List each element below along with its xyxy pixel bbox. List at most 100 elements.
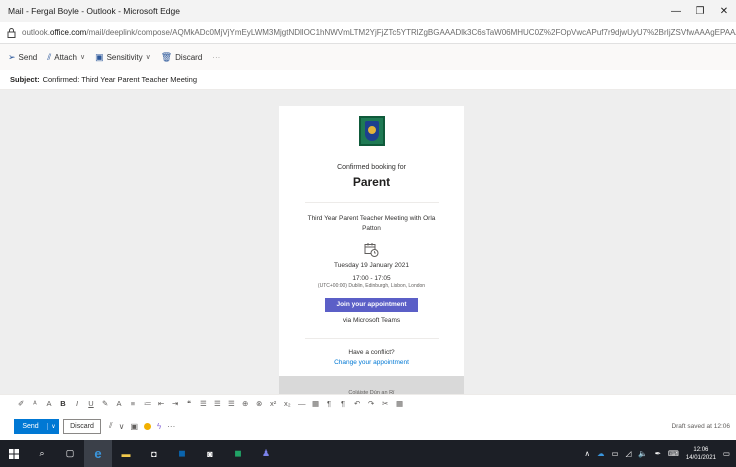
restore-button[interactable]: ❐ — [688, 0, 712, 22]
card-footer: Coláiste Dún an Rí — [279, 376, 464, 394]
close-button[interactable]: ✕ — [712, 0, 736, 22]
format-tool-icon[interactable]: x₂ — [284, 399, 291, 408]
calendar-clock-icon — [364, 242, 380, 258]
appointment-time: 17:00 - 17:05 — [352, 274, 391, 282]
format-tool-icon[interactable]: — — [298, 399, 306, 408]
clock[interactable]: 12:06 14/01/2021 — [686, 446, 716, 462]
format-tool-icon[interactable]: x² — [270, 399, 276, 408]
format-tool-icon[interactable]: ≔ — [144, 399, 152, 408]
edge-icon[interactable]: e — [84, 440, 112, 467]
format-tool-icon[interactable]: ⊗ — [256, 399, 262, 408]
format-tool-icon[interactable]: ❝ — [186, 399, 192, 408]
send-bar-icons: ⫽ ∨ ▣ ϟ ··· — [109, 421, 175, 431]
keyboard-icon[interactable]: ⌨ — [668, 449, 679, 458]
formatting-toolbar: ✐ ᴬ A B I U ✎ A ≡ ≔ ⇤ ⇥ ❝ ☰ ☰ ☰ ⊕ ⊗ x² x₂ — ▦ ¶ ¶ ↶ ↷ ✂ ▦ — [0, 394, 736, 412]
task-view-icon[interactable]: ▢ — [56, 440, 84, 467]
sensitivity-command[interactable]: ▣ Sensitivity ∨ — [95, 52, 151, 63]
subject-label: Subject: — [10, 75, 40, 84]
window-title: Mail - Fergal Boyle - Outlook - Microsof… — [8, 6, 180, 16]
format-tool-icon[interactable]: ↶ — [354, 399, 360, 408]
format-tool-icon[interactable]: U — [88, 399, 94, 408]
battery-icon[interactable]: ▭ — [612, 449, 619, 458]
system-tray: ∧ ☁ ▭ ◿ 🔈 ✒ ⌨ 12:06 14/01/2021 ▭ — [585, 446, 736, 462]
window-titlebar: Mail - Fergal Boyle - Outlook - Microsof… — [0, 0, 736, 22]
chevron-up-icon[interactable]: ∧ — [585, 449, 591, 458]
format-tool-icon[interactable]: ⇥ — [172, 399, 178, 408]
format-tool-icon[interactable]: ☰ — [228, 399, 235, 408]
store-icon[interactable]: ◘ — [140, 440, 168, 467]
format-tool-icon[interactable]: ᴬ — [32, 399, 38, 408]
minimize-button[interactable]: — — [664, 0, 688, 22]
format-tool-icon[interactable]: ✎ — [102, 399, 108, 408]
discard-command[interactable]: 🗑 Discard — [161, 52, 203, 63]
chevron-down-icon: ∨ — [145, 54, 151, 61]
send-command[interactable]: ➢ Send — [8, 52, 37, 63]
send-icon: ➢ — [8, 51, 16, 62]
excel-icon[interactable]: ◼ — [224, 440, 252, 467]
via-teams-text: via Microsoft Teams — [342, 317, 401, 324]
attach-icon[interactable]: ⫽ — [109, 421, 113, 431]
sensitivity-icon: ▣ — [95, 51, 104, 62]
chevron-down-icon[interactable]: ∨ — [119, 422, 125, 431]
scrollbar[interactable] — [730, 90, 736, 394]
format-tool-icon[interactable]: ↷ — [368, 399, 374, 408]
url-text[interactable]: outlook.office.com/mail/deeplink/compose… — [22, 28, 736, 37]
format-tool-icon[interactable]: ¶ — [326, 399, 332, 408]
onedrive-icon[interactable]: ☁ — [597, 449, 605, 458]
divider — [304, 338, 439, 339]
command-bar: ➢ Send ⫽ Attach ∨ ▣ Sensitivity ∨ 🗑 Discard ··… — [0, 44, 736, 70]
conflict-text: Have a conflict? — [348, 349, 395, 356]
send-button[interactable]: Send ∨ — [14, 418, 59, 434]
more-options-button[interactable]: ··· — [167, 422, 175, 431]
booking-card: Confirmed booking for Parent Third Year … — [279, 106, 464, 394]
file-explorer-icon[interactable]: ▬ — [112, 440, 140, 467]
lock-icon — [0, 27, 22, 38]
search-icon[interactable]: ⌕ — [28, 440, 56, 467]
message-body[interactable]: Confirmed booking for Parent Third Year … — [0, 90, 736, 394]
more-options-button[interactable]: ··· — [212, 53, 220, 62]
format-tool-icon[interactable]: B — [60, 399, 66, 408]
school-crest-logo — [358, 116, 385, 146]
network-icon[interactable]: ◿ — [626, 449, 632, 458]
format-tool-icon[interactable]: A — [46, 399, 52, 408]
attach-command[interactable]: ⫽ Attach ∨ — [47, 52, 85, 63]
appointment-date: Tuesday 19 January 2021 — [334, 262, 409, 269]
format-tool-icon[interactable]: ☰ — [214, 399, 221, 408]
format-tool-icon[interactable]: ▦ — [396, 399, 403, 408]
chevron-down-icon: ∨ — [79, 54, 86, 61]
image-icon[interactable]: ▣ — [130, 422, 138, 431]
booking-role: Parent — [352, 175, 391, 189]
outlook-icon[interactable]: ◼ — [168, 440, 196, 467]
format-tool-icon[interactable]: ▦ — [312, 399, 319, 408]
chevron-down-icon[interactable]: ∨ — [47, 422, 59, 430]
format-tool-icon[interactable]: ✐ — [18, 399, 24, 408]
format-tool-icon[interactable]: ⊕ — [242, 399, 248, 408]
divider — [304, 202, 439, 203]
format-tool-icon[interactable]: ≡ — [130, 399, 136, 408]
send-bar: Send ∨ Discard ⫽ ∨ ▣ ϟ ··· Draft saved a… — [0, 412, 736, 440]
format-tool-icon[interactable]: I — [74, 399, 80, 408]
appointment-timezone: (UTC+00:00) Dublin, Edinburgh, Lisbon, L… — [317, 283, 426, 289]
join-appointment-button[interactable]: Join your appointment — [325, 298, 418, 312]
teams-icon[interactable]: ♟ — [252, 440, 280, 467]
camera-icon[interactable]: ◙ — [196, 440, 224, 467]
emoji-icon[interactable] — [144, 422, 151, 430]
notification-icon[interactable]: ▭ — [723, 449, 730, 458]
windows-start-icon[interactable] — [0, 440, 28, 467]
meeting-title: Third Year Parent Teacher Meeting with O… — [307, 215, 436, 232]
loop-icon[interactable]: ϟ — [157, 422, 161, 431]
subject-line[interactable]: Subject: Confirmed: Third Year Parent Te… — [0, 70, 736, 90]
paperclip-icon: ⫽ — [47, 51, 52, 62]
format-tool-icon[interactable]: ✂ — [382, 399, 388, 408]
confirmed-text: Confirmed booking for — [337, 164, 406, 171]
volume-icon[interactable]: 🔈 — [638, 449, 647, 458]
format-tool-icon[interactable]: ☰ — [200, 399, 207, 408]
format-tool-icon[interactable]: ¶ — [340, 399, 346, 408]
subject-value[interactable]: Confirmed: Third Year Parent Teacher Mee… — [43, 75, 197, 84]
discard-button[interactable]: Discard — [63, 418, 101, 434]
pen-icon[interactable]: ✒ — [655, 449, 661, 458]
change-appointment-link[interactable]: Change your appointment — [279, 359, 464, 366]
address-bar[interactable]: outlook.office.com/mail/deeplink/compose… — [0, 22, 736, 44]
format-tool-icon[interactable]: ⇤ — [158, 399, 164, 408]
format-tool-icon[interactable]: A — [116, 399, 122, 408]
